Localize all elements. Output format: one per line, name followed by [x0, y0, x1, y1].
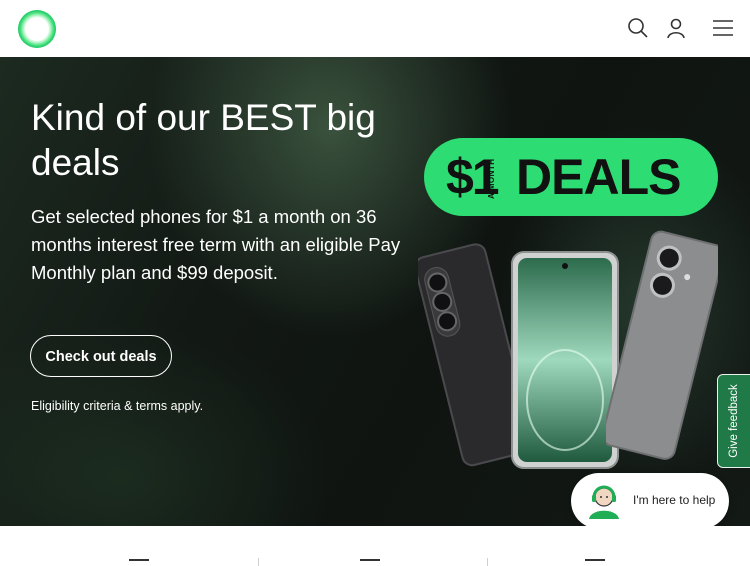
divider	[258, 558, 259, 566]
quick-link-icon[interactable]	[129, 559, 149, 564]
give-feedback-label: Give feedback	[728, 384, 740, 458]
quick-links-strip	[0, 526, 750, 566]
check-out-deals-button[interactable]: Check out deals	[30, 335, 172, 377]
site-header	[0, 0, 750, 58]
deals-per-month: A MONTH	[487, 158, 496, 199]
phone-image-front	[511, 251, 619, 469]
eligibility-note[interactable]: Eligibility criteria & terms apply.	[31, 399, 203, 413]
user-icon[interactable]	[664, 16, 688, 40]
search-icon[interactable]	[626, 16, 650, 40]
quick-link-icon[interactable]	[360, 559, 380, 564]
phone-image-grey	[606, 230, 718, 460]
quick-link-icon[interactable]	[585, 559, 605, 564]
deals-word: DEALS	[516, 149, 681, 205]
help-chat-label: I'm here to help	[633, 493, 716, 507]
dollar-deals-badge: $1 A MONTH DEALS	[424, 138, 718, 216]
assistant-avatar-icon	[589, 485, 619, 519]
hero-title: Kind of our BEST big deals	[31, 97, 376, 183]
hero-banner: Kind of our BEST big deals Get selected …	[0, 57, 750, 526]
brand-logo[interactable]	[18, 10, 56, 48]
menu-icon[interactable]	[711, 16, 735, 40]
give-feedback-tab[interactable]: Give feedback	[717, 374, 750, 468]
help-chat-button[interactable]: I'm here to help	[571, 473, 729, 529]
divider	[487, 558, 488, 566]
hero-subtitle: Get selected phones for $1 a month on 36…	[31, 206, 401, 283]
